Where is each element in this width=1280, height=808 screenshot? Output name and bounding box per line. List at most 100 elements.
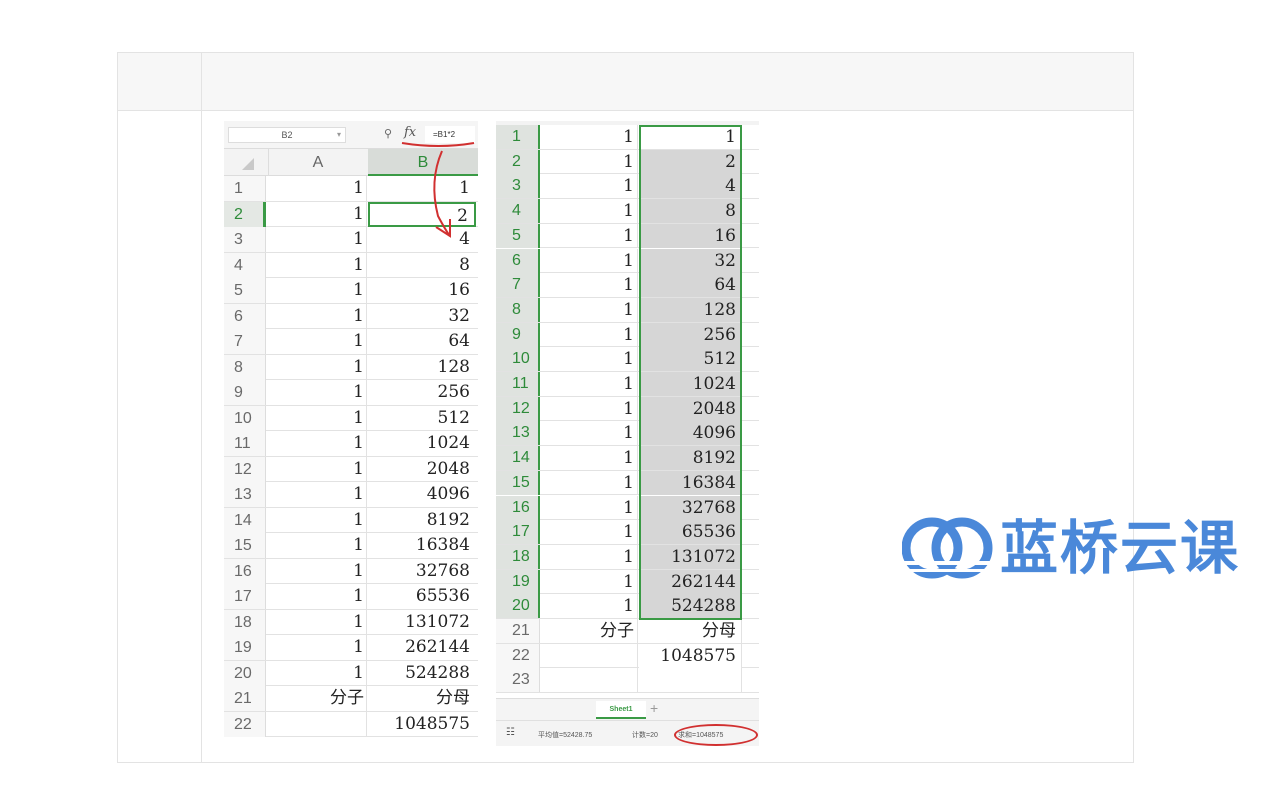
cell-c[interactable] bbox=[741, 520, 759, 545]
cell-c[interactable] bbox=[741, 569, 759, 594]
row-number[interactable]: 9 bbox=[496, 322, 540, 347]
cell-a[interactable]: 1 bbox=[540, 520, 638, 545]
cell-c[interactable] bbox=[741, 174, 759, 199]
row-number[interactable]: 16 bbox=[496, 495, 540, 520]
cell-c[interactable] bbox=[741, 322, 759, 347]
row-number[interactable]: 7 bbox=[496, 273, 540, 298]
cell-c[interactable] bbox=[741, 421, 759, 446]
cell-b[interactable]: 4 bbox=[639, 174, 741, 199]
cell-b[interactable]: 512 bbox=[639, 347, 741, 372]
cell-a[interactable]: 1 bbox=[540, 594, 638, 619]
cell-b[interactable]: 32768 bbox=[639, 495, 741, 520]
row-number[interactable]: 19 bbox=[496, 569, 540, 594]
cell-a[interactable]: 1 bbox=[540, 322, 638, 347]
cell-b[interactable]: 64 bbox=[639, 273, 741, 298]
cell-a[interactable]: 1 bbox=[540, 544, 638, 569]
row-number[interactable]: 13 bbox=[496, 421, 540, 446]
cell-c[interactable] bbox=[741, 643, 759, 668]
cell-a[interactable]: 1 bbox=[540, 174, 638, 199]
cell-b[interactable]: 32 bbox=[639, 248, 741, 273]
cell-a[interactable]: 1 bbox=[540, 396, 638, 421]
cell-c[interactable] bbox=[741, 223, 759, 248]
cell-c[interactable] bbox=[741, 668, 759, 693]
table-row: 13 1 4096 bbox=[496, 421, 759, 447]
cell-a[interactable]: 1 bbox=[540, 149, 638, 174]
row-number[interactable]: 17 bbox=[496, 520, 540, 545]
row-number[interactable]: 4 bbox=[496, 199, 540, 224]
cell-b[interactable]: 4096 bbox=[639, 421, 741, 446]
cell-c[interactable] bbox=[741, 396, 759, 421]
cell-c[interactable] bbox=[741, 248, 759, 273]
row-number[interactable]: 12 bbox=[496, 396, 540, 421]
table-row: 9 1 256 bbox=[496, 322, 759, 348]
cell-b[interactable]: 2048 bbox=[639, 396, 741, 421]
row-number[interactable]: 6 bbox=[496, 248, 540, 273]
table-row: 19 1 262144 bbox=[496, 569, 759, 595]
cell-c[interactable] bbox=[741, 125, 759, 149]
cell-a[interactable]: 1 bbox=[540, 347, 638, 372]
sheet-tab[interactable]: Sheet1 bbox=[596, 701, 646, 719]
cell-a[interactable] bbox=[540, 643, 638, 668]
cell-a[interactable]: 1 bbox=[540, 125, 638, 149]
row-number[interactable]: 8 bbox=[496, 297, 540, 322]
row-number[interactable]: 22 bbox=[496, 643, 540, 668]
sheet-tab-bar: Sheet1 + bbox=[496, 698, 759, 720]
cell-c[interactable] bbox=[741, 347, 759, 372]
cell-b[interactable]: 16384 bbox=[639, 470, 741, 495]
cell-c[interactable] bbox=[741, 470, 759, 495]
row-number[interactable]: 5 bbox=[496, 223, 540, 248]
cell-b[interactable]: 131072 bbox=[639, 544, 741, 569]
cell-c[interactable] bbox=[741, 273, 759, 298]
cell-a[interactable]: 1 bbox=[540, 273, 638, 298]
cell-a[interactable]: 1 bbox=[540, 248, 638, 273]
cell-b[interactable]: 1024 bbox=[639, 372, 741, 396]
row-number[interactable]: 18 bbox=[496, 544, 540, 569]
cell-c[interactable] bbox=[741, 446, 759, 471]
cell-a[interactable]: 1 bbox=[540, 223, 638, 248]
cell-c[interactable] bbox=[741, 149, 759, 174]
column-divider bbox=[201, 53, 202, 762]
cell-b[interactable]: 262144 bbox=[639, 569, 741, 594]
row-number[interactable]: 10 bbox=[496, 347, 540, 372]
cell-b[interactable]: 1 bbox=[639, 125, 741, 149]
row-number[interactable]: 21 bbox=[496, 619, 540, 643]
cell-a[interactable] bbox=[540, 668, 638, 693]
cell-a[interactable]: 1 bbox=[540, 569, 638, 594]
cell-b[interactable]: 524288 bbox=[639, 594, 741, 619]
cell-a[interactable]: 1 bbox=[540, 199, 638, 224]
cell-a[interactable]: 1 bbox=[540, 372, 638, 396]
cell-b[interactable]: 256 bbox=[639, 322, 741, 347]
cell-c[interactable] bbox=[741, 619, 759, 643]
cell-b[interactable]: 1048575 bbox=[639, 643, 741, 668]
row-number[interactable]: 3 bbox=[496, 174, 540, 199]
cell-b[interactable]: 65536 bbox=[639, 520, 741, 545]
row-number[interactable]: 11 bbox=[496, 372, 540, 396]
cell-b[interactable]: 2 bbox=[639, 149, 741, 174]
cell-a[interactable]: 1 bbox=[540, 297, 638, 322]
table-row: 5 1 16 bbox=[496, 223, 759, 249]
row-number[interactable]: 1 bbox=[496, 125, 540, 149]
cell-a[interactable]: 分子 bbox=[540, 619, 638, 643]
cell-c[interactable] bbox=[741, 199, 759, 224]
cell-a[interactable]: 1 bbox=[540, 421, 638, 446]
add-sheet-button[interactable]: + bbox=[650, 700, 658, 716]
cell-c[interactable] bbox=[741, 544, 759, 569]
row-number[interactable]: 20 bbox=[496, 594, 540, 619]
cell-c[interactable] bbox=[741, 495, 759, 520]
cell-b[interactable]: 8 bbox=[639, 199, 741, 224]
row-number[interactable]: 15 bbox=[496, 470, 540, 495]
row-number[interactable]: 2 bbox=[496, 149, 540, 174]
cell-a[interactable]: 1 bbox=[540, 470, 638, 495]
cell-c[interactable] bbox=[741, 594, 759, 619]
cell-b[interactable]: 16 bbox=[639, 223, 741, 248]
row-number[interactable]: 14 bbox=[496, 446, 540, 471]
cell-c[interactable] bbox=[741, 297, 759, 322]
cell-a[interactable]: 1 bbox=[540, 446, 638, 471]
cell-b[interactable]: 分母 bbox=[639, 619, 741, 643]
cell-b[interactable] bbox=[639, 668, 741, 693]
cell-b[interactable]: 8192 bbox=[639, 446, 741, 471]
cell-a[interactable]: 1 bbox=[540, 495, 638, 520]
row-number[interactable]: 23 bbox=[496, 668, 540, 693]
cell-b[interactable]: 128 bbox=[639, 297, 741, 322]
cell-c[interactable] bbox=[741, 372, 759, 396]
